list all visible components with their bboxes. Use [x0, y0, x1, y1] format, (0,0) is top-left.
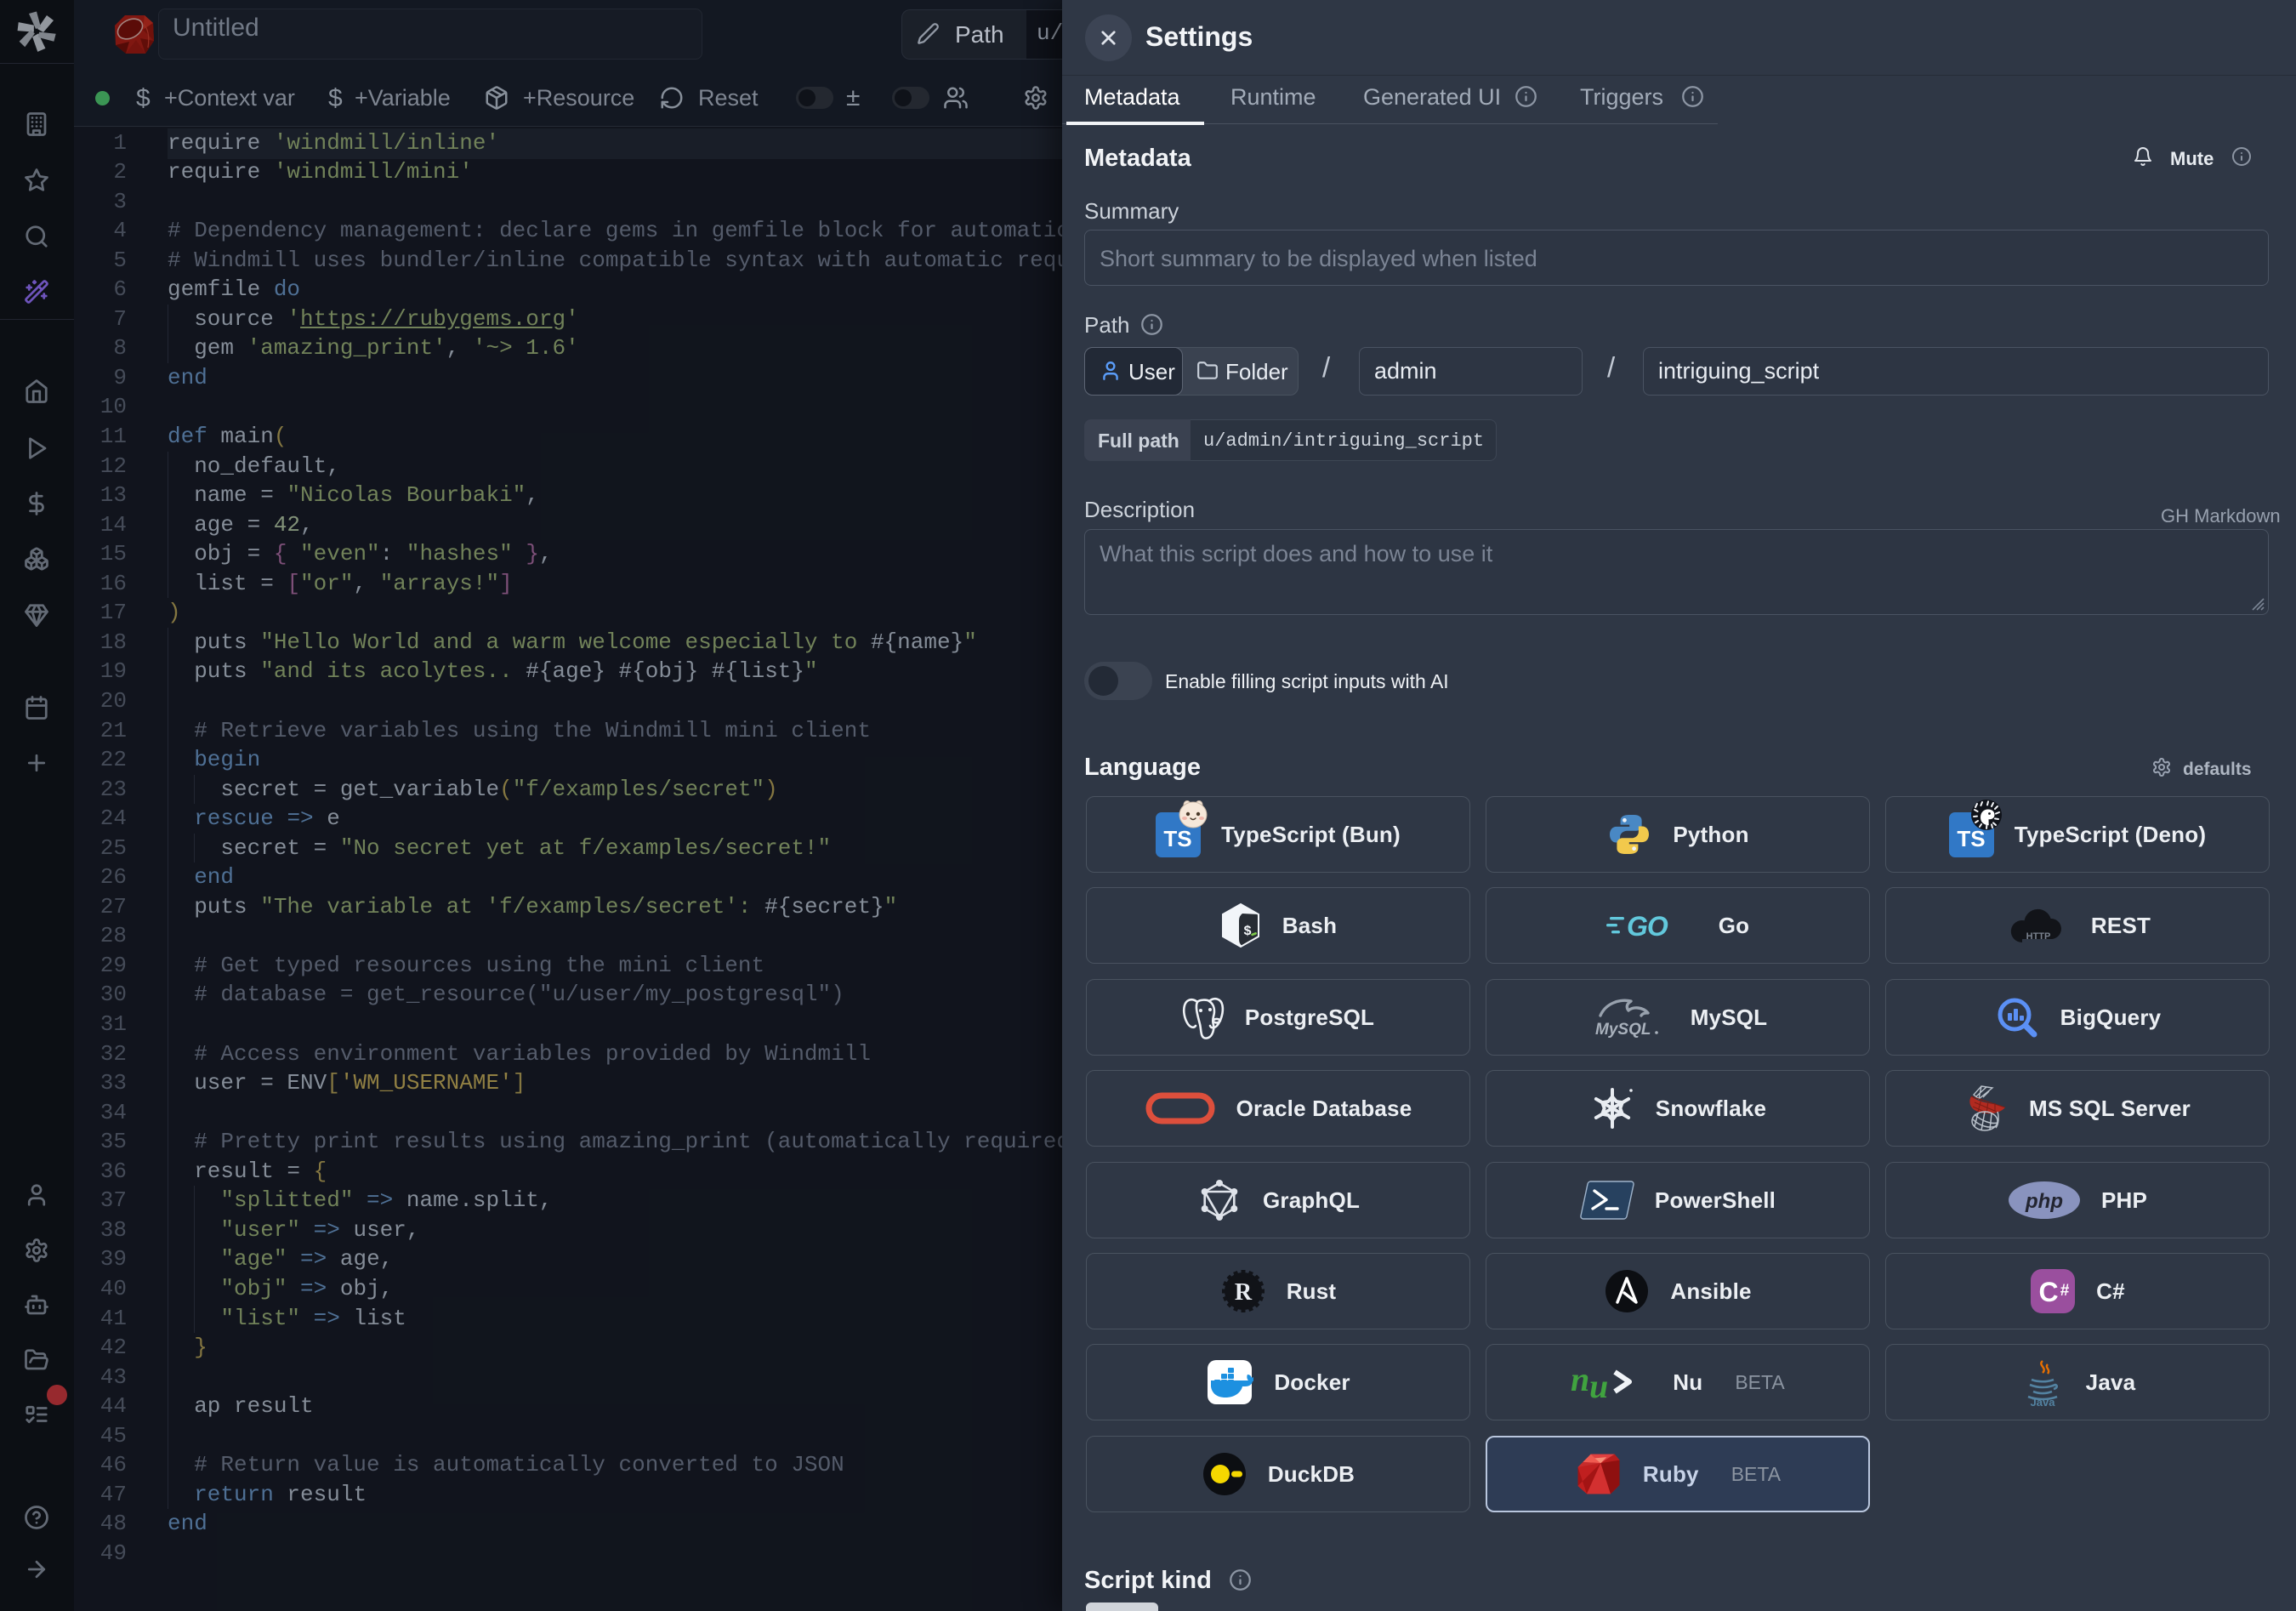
svg-text:$: $ [1243, 924, 1252, 939]
svg-text:HTTP: HTTP [2026, 931, 2051, 942]
svg-text:u: u [1589, 1367, 1608, 1402]
svg-text:n: n [1571, 1363, 1589, 1398]
svg-text:GO: GO [1627, 911, 1668, 942]
svg-text:php: php [2025, 1190, 2063, 1213]
svg-text:MySQL: MySQL [1595, 1021, 1651, 1039]
svg-text:R: R [1235, 1279, 1253, 1306]
svg-text:Java: Java [2030, 1396, 2055, 1407]
svg-text:#: # [2060, 1282, 2070, 1300]
svg-text:C: C [2039, 1277, 2059, 1307]
svg-text:TS: TS [1164, 826, 1192, 851]
